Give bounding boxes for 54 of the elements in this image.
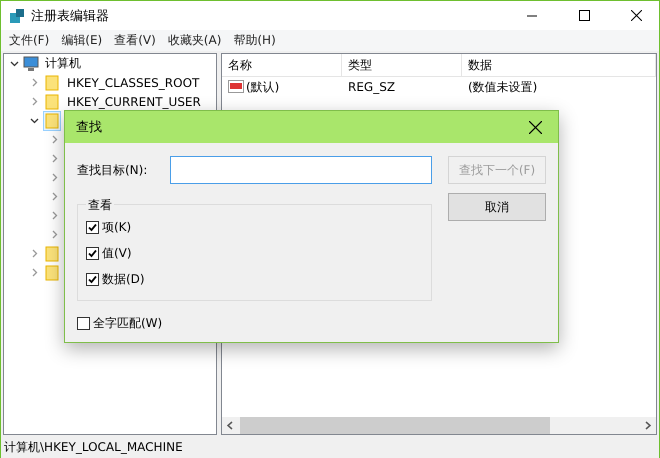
chevron-right-icon[interactable] <box>50 211 59 220</box>
close-button[interactable] <box>630 10 642 21</box>
registry-icon <box>9 8 25 24</box>
chevron-right-icon[interactable] <box>50 230 59 239</box>
string-value-icon <box>228 80 244 94</box>
search-field[interactable] <box>170 156 432 184</box>
folder-icon <box>45 94 59 110</box>
scroll-left-icon[interactable] <box>226 421 234 430</box>
window-title: 注册表编辑器 <box>31 8 110 24</box>
maximize-button[interactable] <box>578 10 590 21</box>
folder-icon <box>45 264 59 280</box>
chevron-down-icon[interactable] <box>30 116 39 125</box>
tree-item[interactable]: HKEY_CURRENT_USER <box>65 94 203 108</box>
table-cell-text: (数值未设置) <box>467 78 538 96</box>
chevron-right-icon[interactable] <box>30 249 39 258</box>
checkbox[interactable] <box>77 317 90 330</box>
checkbox[interactable] <box>86 221 99 234</box>
menu-item[interactable]: 帮助(H) <box>227 32 282 49</box>
folder-icon <box>45 246 59 262</box>
chevron-right-icon[interactable] <box>30 78 39 87</box>
table-cell-text: REG_SZ <box>347 80 396 94</box>
dialog-button[interactable]: 取消 <box>448 193 546 221</box>
column-header[interactable]: 类型 <box>342 54 462 76</box>
column-header[interactable]: 名称 <box>222 54 342 76</box>
folder-icon <box>45 112 59 128</box>
checkbox[interactable] <box>86 247 99 260</box>
menu-item[interactable]: 查看(V) <box>108 32 162 49</box>
chevron-right-icon[interactable] <box>50 135 59 144</box>
chevron-right-icon[interactable] <box>50 173 59 182</box>
folder-icon <box>45 74 59 90</box>
value-name: (默认) <box>246 78 280 96</box>
tree-item[interactable]: HKEY_CLASSES_ROOT <box>65 76 202 90</box>
chevron-right-icon[interactable] <box>50 192 59 201</box>
checkbox-label[interactable]: 全字匹配(W) <box>93 315 162 332</box>
checkbox-label[interactable]: 数据(D) <box>102 271 145 288</box>
scrollbar-thumb[interactable] <box>240 417 550 434</box>
checkbox-label[interactable]: 值(V) <box>102 245 132 262</box>
menu-item[interactable]: 文件(F) <box>3 32 56 49</box>
chevron-right-icon[interactable] <box>30 268 39 277</box>
scroll-right-icon[interactable] <box>644 421 652 430</box>
checkbox[interactable] <box>86 273 99 286</box>
checkbox-label[interactable]: 项(K) <box>102 219 132 236</box>
column-header[interactable]: 数据 <box>462 54 656 76</box>
status-text: 计算机\HKEY_LOCAL_MACHINE <box>4 439 183 456</box>
computer-icon <box>23 56 39 72</box>
chevron-right-icon[interactable] <box>30 97 39 106</box>
tree-item[interactable]: 计算机 <box>43 55 83 72</box>
dialog-title: 查找 <box>76 119 102 136</box>
close-button[interactable] <box>528 120 542 134</box>
menu-item[interactable]: 收藏夹(A) <box>162 32 228 49</box>
menu-item[interactable]: 编辑(E) <box>55 32 108 49</box>
chevron-down-icon[interactable] <box>10 59 19 68</box>
field-label: 查找目标(N): <box>77 162 148 178</box>
chevron-right-icon[interactable] <box>50 154 59 163</box>
